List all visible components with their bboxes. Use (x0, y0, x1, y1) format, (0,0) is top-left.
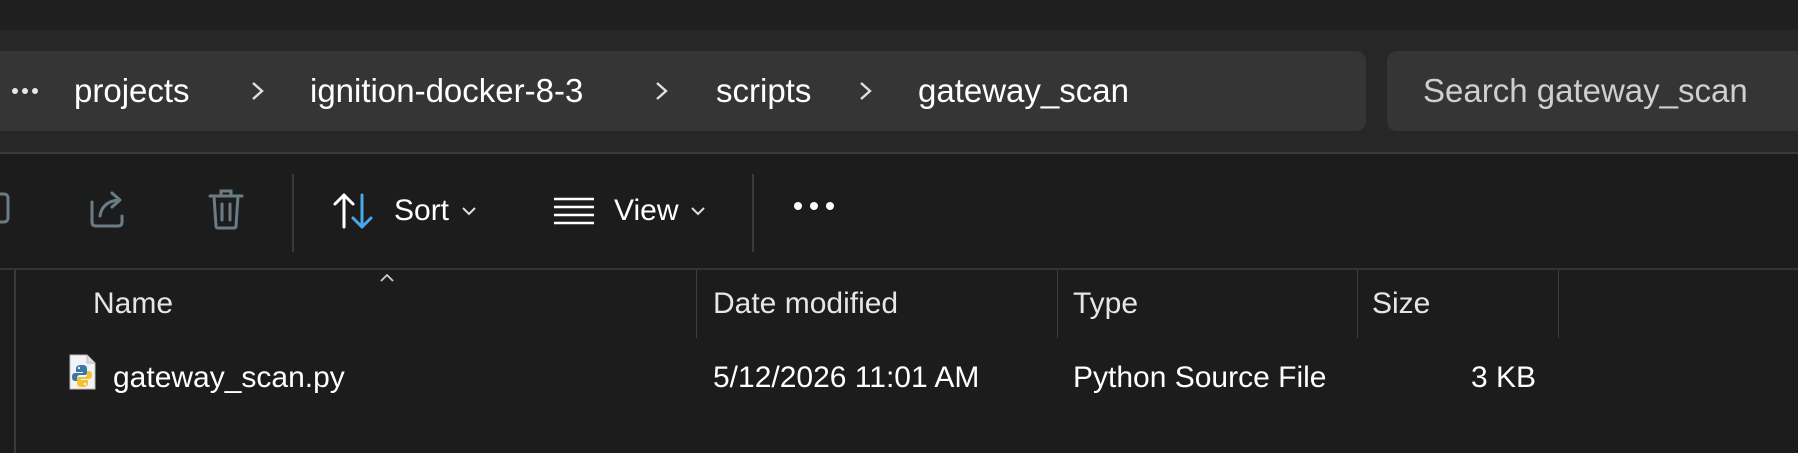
breadcrumb-item-ignition-docker[interactable]: ignition-docker-8-3 (310, 69, 583, 113)
column-header-name-label: Name (93, 287, 174, 320)
breadcrumb-item-gateway-scan[interactable]: gateway_scan (918, 69, 1129, 113)
sort-icon (333, 193, 373, 229)
dot (32, 88, 38, 94)
column-header-size[interactable]: Size (1358, 270, 1558, 338)
search-box[interactable] (1387, 51, 1798, 131)
command-bar: Sort View (0, 154, 1798, 268)
breadcrumb-item-scripts[interactable]: scripts (716, 69, 811, 113)
dot (22, 88, 28, 94)
column-header-name[interactable]: Name (16, 270, 696, 338)
more-horizontal-icon (794, 202, 834, 210)
column-header-size-label: Size (1372, 287, 1431, 320)
breadcrumb-overflow-button[interactable] (8, 75, 42, 107)
file-size: 3 KB (1470, 361, 1536, 394)
rename-icon (0, 192, 10, 224)
delete-icon (208, 189, 244, 230)
title-strip (0, 0, 1798, 30)
rename-button[interactable] (0, 186, 14, 230)
column-header-type-label: Type (1073, 287, 1139, 320)
file-list: Name Date modified Type Size gateway_sca… (0, 270, 1798, 453)
dot (12, 88, 18, 94)
chevron-down-icon (462, 207, 476, 216)
share-button[interactable] (86, 186, 128, 230)
breadcrumb-item-projects[interactable]: projects (74, 69, 190, 113)
toolbar-divider (292, 174, 294, 252)
search-input[interactable] (1423, 69, 1798, 113)
column-header-type[interactable]: Type (1058, 270, 1357, 338)
address-bar-row: projects ignition-docker-8-3 scripts gat… (0, 30, 1798, 152)
python-file-icon (69, 354, 96, 390)
file-explorer-window: projects ignition-docker-8-3 scripts gat… (0, 0, 1798, 453)
toolbar-divider (752, 174, 754, 252)
file-date-modified: 5/12/2026 11:01 AM (713, 361, 980, 394)
sort-button[interactable]: Sort (332, 186, 477, 236)
share-icon (90, 191, 124, 228)
column-separator[interactable] (1558, 270, 1559, 338)
file-name[interactable]: gateway_scan.py (113, 358, 345, 398)
delete-button[interactable] (206, 186, 246, 232)
breadcrumb[interactable]: projects ignition-docker-8-3 scripts gat… (0, 51, 1366, 131)
chevron-right-icon[interactable] (248, 73, 268, 109)
chevron-right-icon[interactable] (856, 73, 876, 109)
column-header-date-label: Date modified (713, 287, 899, 320)
view-button[interactable]: View (552, 186, 706, 236)
view-label: View (614, 194, 679, 227)
chevron-right-icon[interactable] (652, 73, 672, 109)
file-type: Python Source File (1073, 361, 1327, 394)
file-row[interactable]: gateway_scan.py 5/12/2026 11:01 AM Pytho… (20, 348, 1560, 408)
more-options-button[interactable] (792, 198, 836, 214)
view-lines-icon (554, 197, 594, 225)
column-header-date-modified[interactable]: Date modified (697, 270, 1057, 338)
chevron-down-icon (691, 207, 706, 216)
sort-label: Sort (394, 194, 450, 227)
